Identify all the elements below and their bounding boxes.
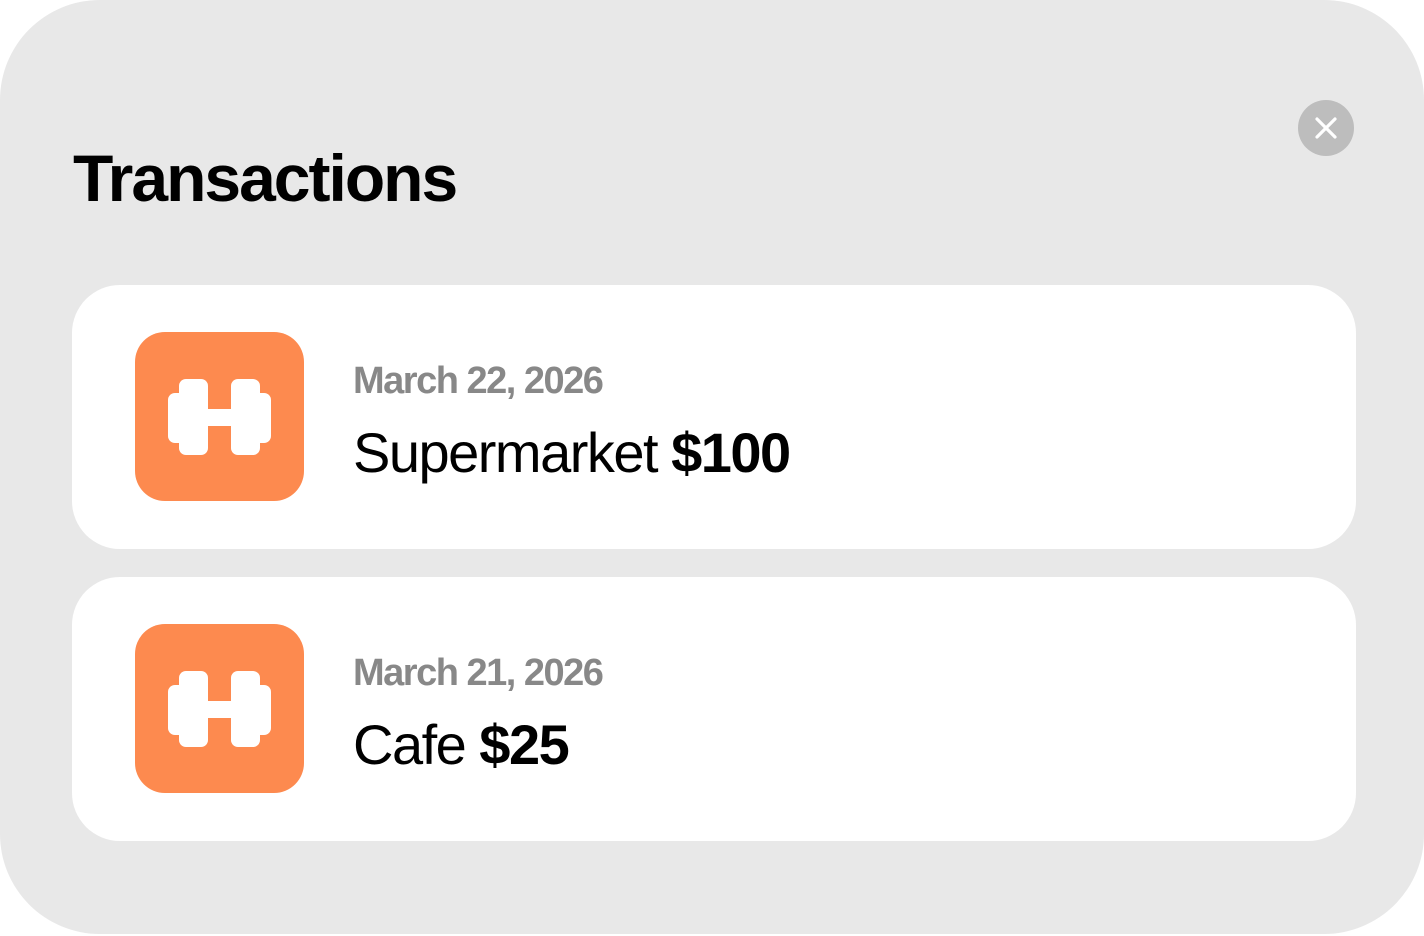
transaction-amount: $25 — [479, 713, 569, 776]
close-button[interactable] — [1298, 100, 1354, 156]
transaction-date: March 21, 2026 — [353, 652, 604, 694]
transaction-date: March 22, 2026 — [353, 360, 604, 402]
transaction-summary: Supermarket $100 — [353, 419, 791, 487]
dumbbell-icon — [135, 624, 304, 793]
page-title: Transactions — [73, 141, 458, 215]
transaction-item[interactable]: March 21, 2026 Cafe $25 — [72, 577, 1356, 841]
transaction-name: Supermarket — [353, 421, 659, 484]
transaction-item[interactable]: March 22, 2026 Supermarket $100 — [72, 285, 1356, 549]
close-icon — [1315, 117, 1337, 139]
transaction-summary: Cafe $25 — [353, 711, 570, 779]
transactions-panel: Transactions March 22, 2026 Supermarket $… — [0, 0, 1424, 934]
transaction-name: Cafe — [353, 713, 467, 776]
transaction-amount: $100 — [671, 421, 791, 484]
dumbbell-icon — [135, 332, 304, 501]
